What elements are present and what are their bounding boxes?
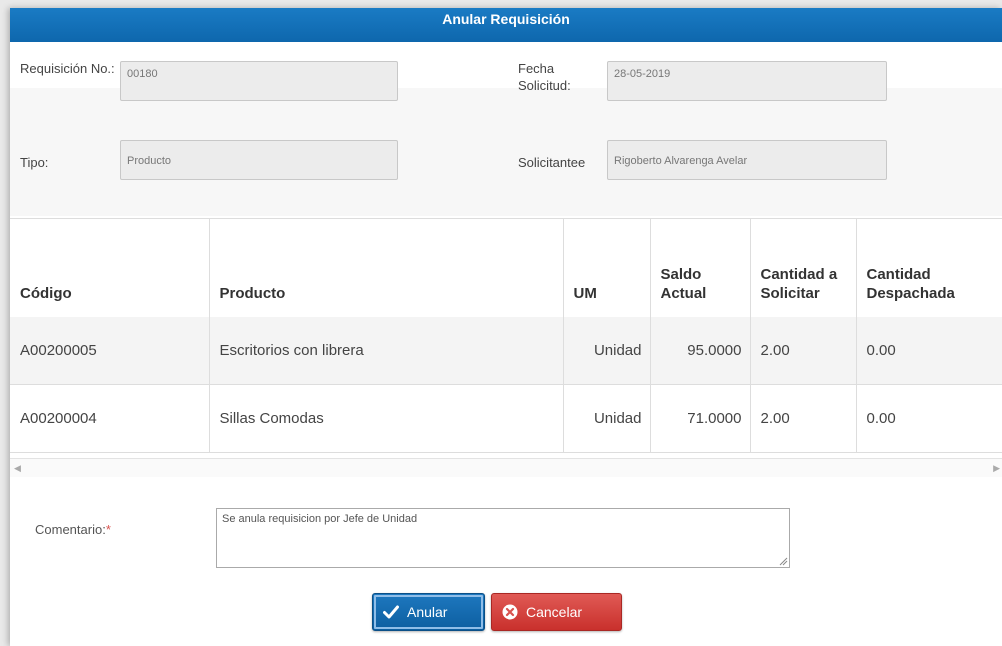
- anular-button-label: Anular: [407, 604, 448, 620]
- fecha-solicitud-label: Fecha Solicitud:: [518, 61, 571, 93]
- column-header-cantidad-despachada[interactable]: Cantidad Despachada: [855, 218, 1002, 317]
- comentario-label: Comentario:*: [35, 522, 111, 537]
- tipo-label: Tipo:: [20, 155, 49, 170]
- cell-cantidad-despachada: 0.00: [855, 316, 1002, 385]
- requisition-form: Requisición No.: 00180 Fecha Solicitud: …: [10, 42, 1002, 218]
- column-header-um[interactable]: UM: [562, 218, 650, 317]
- products-table-wrapper: Código Producto UM Saldo Actual Cantidad…: [10, 218, 1002, 458]
- resize-handle-icon[interactable]: [779, 557, 788, 566]
- table-header-row: Código Producto UM Saldo Actual Cantidad…: [10, 218, 1002, 317]
- checkmark-icon: [383, 605, 399, 619]
- anular-requisicion-dialog: Anular Requisición Requisición No.: 0018…: [10, 8, 1002, 646]
- table-row[interactable]: A00200005 Escritorios con librera Unidad…: [10, 316, 1002, 385]
- cell-codigo: A00200004: [10, 384, 209, 453]
- anular-button[interactable]: Anular: [372, 593, 485, 631]
- requisicion-field[interactable]: 00180: [120, 61, 398, 101]
- cell-cantidad-a-solicitar: 2.00: [749, 384, 856, 453]
- solicitante-field[interactable]: Rigoberto Alvarenga Avelar: [607, 140, 887, 180]
- column-header-codigo[interactable]: Código: [10, 218, 209, 317]
- cell-cantidad-a-solicitar: 2.00: [749, 316, 856, 385]
- tipo-field[interactable]: Producto: [120, 140, 398, 180]
- close-circle-icon: [502, 604, 518, 620]
- column-header-cantidad-a-solicitar[interactable]: Cantidad a Solicitar: [749, 218, 856, 317]
- products-table: Código Producto UM Saldo Actual Cantidad…: [10, 218, 1002, 453]
- cell-codigo: A00200005: [10, 316, 209, 385]
- horizontal-scrollbar[interactable]: ◀ ▶: [10, 458, 1002, 477]
- cancelar-button-label: Cancelar: [526, 604, 583, 620]
- scroll-left-arrow-icon[interactable]: ◀: [14, 463, 21, 474]
- cell-saldo-actual: 95.0000: [649, 316, 750, 385]
- cancelar-button[interactable]: Cancelar: [491, 593, 622, 631]
- requisicion-label: Requisición No.:: [20, 61, 115, 76]
- cell-producto: Escritorios con librera: [208, 316, 563, 385]
- column-header-producto[interactable]: Producto: [208, 218, 563, 317]
- cell-producto: Sillas Comodas: [208, 384, 563, 453]
- fecha-solicitud-field[interactable]: 28-05-2019: [607, 61, 887, 101]
- dialog-title: Anular Requisición: [442, 11, 570, 27]
- cell-cantidad-despachada: 0.00: [855, 384, 1002, 453]
- cell-saldo-actual: 71.0000: [649, 384, 750, 453]
- cell-um: Unidad: [562, 316, 650, 385]
- dialog-titlebar: Anular Requisición: [10, 8, 1002, 43]
- required-marker: *: [105, 522, 111, 537]
- column-header-saldo-actual[interactable]: Saldo Actual: [649, 218, 750, 317]
- comentario-textarea[interactable]: Se anula requisicion por Jefe de Unidad: [216, 508, 790, 568]
- scroll-right-arrow-icon[interactable]: ▶: [993, 463, 1000, 474]
- solicitante-label: Solicitantee: [518, 155, 586, 170]
- table-row[interactable]: A00200004 Sillas Comodas Unidad 71.0000 …: [10, 384, 1002, 453]
- cell-um: Unidad: [562, 384, 650, 453]
- comentario-text: Se anula requisicion por Jefe de Unidad: [222, 513, 418, 525]
